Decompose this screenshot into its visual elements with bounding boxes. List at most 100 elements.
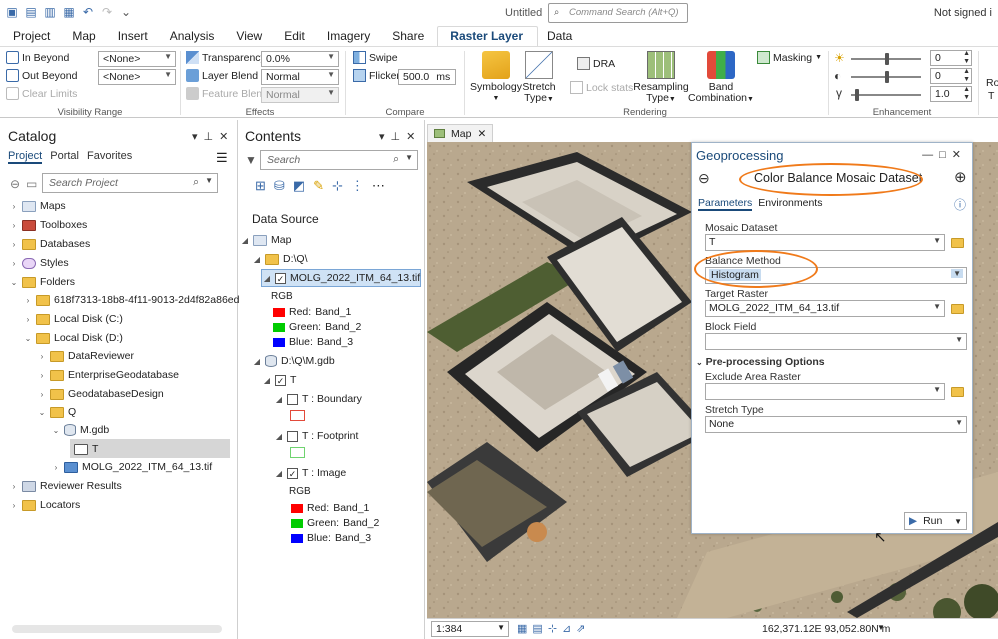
tab-view[interactable]: View [227,29,275,46]
masking-button[interactable]: Masking ▼ [757,51,822,64]
share-icon[interactable]: ▦ [61,4,77,20]
minimize-icon[interactable]: — [922,149,939,161]
list-by-data-source-icon[interactable]: ⛁ [274,178,285,194]
browse-folder-icon[interactable] [951,238,964,248]
tree-item-enterprisegeodatabase[interactable]: › EnterpriseGeodatabase [38,369,179,381]
list-by-drawing-order-icon[interactable]: ⊞ [255,178,266,194]
dra-button[interactable]: DRA [577,57,615,70]
block-field-select[interactable]: ▼ [705,333,967,350]
tree-item-q[interactable]: ⌄ Q [38,406,77,418]
flicker-button[interactable]: Flicker [353,69,400,82]
expand-icon[interactable]: › [10,240,18,249]
chevron-down-icon[interactable]: ▾ [192,131,204,143]
gamma-slider[interactable] [851,89,921,101]
spinner-icon[interactable]: ▲ ▼ [963,86,970,102]
swipe-button[interactable]: Swipe [353,51,398,64]
grid-icon[interactable]: ▦ [517,622,527,635]
brightness-slider[interactable] [851,53,921,65]
symbology-button[interactable]: Symbology ▼ [470,51,522,104]
visibility-checkbox[interactable]: ✓ [275,272,286,284]
collapse-icon[interactable]: ◢ [241,236,249,245]
open-icon[interactable]: ▤ [23,4,39,20]
layer-mosaic-t[interactable]: ◢ ✓ T [263,374,297,386]
tree-item-local-disk-d[interactable]: ⌄ Local Disk (D:) [24,332,123,344]
tab-data[interactable]: Data [538,29,585,46]
expand-icon[interactable]: › [24,315,32,324]
visibility-checkbox[interactable]: ✓ [287,467,298,479]
tab-share[interactable]: Share [383,29,437,46]
tab-catalog-project[interactable]: Project [8,150,43,164]
expand-icon[interactable]: › [38,390,46,399]
sublayer-footprint[interactable]: ◢ T : Footprint [275,430,359,442]
resampling-type-button[interactable]: Resampling Type▼ [632,51,690,105]
collapse-icon[interactable]: ◢ [275,469,283,478]
blue-swatch[interactable] [291,533,303,543]
back-icon[interactable]: ⊖ [698,170,710,187]
customize-icon[interactable]: ⌄ [118,4,134,20]
browse-folder-icon[interactable] [951,387,964,397]
north-icon[interactable]: ⇗ [576,622,585,635]
spinner-icon[interactable]: ▲ ▼ [963,68,970,84]
gamma-input[interactable]: 1.0 ▲ ▼ [930,86,972,102]
layer-raster-tif[interactable]: ◢ ✓ MOLG_2022_ITM_64_13.tif [263,272,420,284]
tree-item-databases[interactable]: › Databases [10,238,91,250]
scale-select[interactable]: 1:384 ▼ [431,621,509,637]
folder-node-gdb[interactable]: ◢ D:\Q\M.gdb [253,355,335,367]
menu-icon[interactable]: ☰ [216,150,228,166]
horizontal-scrollbar[interactable] [12,625,222,633]
tree-item-raster-tif[interactable]: › MOLG_2022_ITM_64_13.tif [52,461,213,473]
red-swatch[interactable] [291,503,303,513]
catalog-search-input[interactable]: Search Project ⌕ ▼ [42,173,218,193]
close-icon[interactable]: ✕ [952,149,967,161]
tree-item-datareviewer[interactable]: › DataReviewer [38,350,134,362]
collapse-icon[interactable]: ⌄ [24,334,32,343]
tree-item-geodatabasedesign[interactable]: › GeodatabaseDesign [38,388,164,400]
folder-node-q[interactable]: ◢ D:\Q\ [253,253,308,265]
pin-icon[interactable]: ⊥ [391,131,407,143]
expand-icon[interactable]: › [10,259,18,268]
tab-imagery[interactable]: Imagery [318,29,383,46]
filter-icon[interactable]: ▼ [245,153,257,167]
expand-icon[interactable]: › [24,296,32,305]
list-by-snapping-icon[interactable]: ⊹ [332,178,343,194]
collapse-icon[interactable]: ⌄ [38,408,46,417]
green-swatch[interactable] [273,322,285,332]
command-search[interactable]: ⌕ Command Search (Alt+Q) [548,3,688,23]
slider-handle[interactable] [885,53,889,65]
expand-icon[interactable]: › [10,501,18,510]
add-icon[interactable]: ⊕ [954,168,967,186]
tree-item-m-gdb[interactable]: ⌄ M.gdb [52,424,109,436]
out-beyond-button[interactable]: Out Beyond [6,69,77,82]
save-icon[interactable]: ▥ [42,4,58,20]
out-beyond-select[interactable]: <None> ▼ [98,69,176,85]
redo-icon[interactable]: ↷ [99,4,115,20]
tab-analysis[interactable]: Analysis [161,29,228,46]
spinner-icon[interactable]: ▲ ▼ [963,50,970,66]
chevron-down-icon[interactable]: ▾ [379,131,391,143]
close-icon[interactable]: ✕ [219,131,234,143]
back-icon[interactable]: ⊖ [10,177,20,191]
visibility-checkbox[interactable] [287,393,298,405]
collapse-icon[interactable]: ◢ [275,432,283,441]
layer-blend-select[interactable]: Normal ▼ [261,69,339,85]
slider-handle[interactable] [885,71,889,83]
flicker-rate-input[interactable]: 500.0 ms [398,69,456,85]
tab-map[interactable]: Map [63,29,108,46]
sublayer-boundary[interactable]: ◢ T : Boundary [275,393,362,405]
collapse-icon[interactable]: ◢ [253,255,261,264]
brightness-input[interactable]: 0 ▲ ▼ [930,50,972,66]
in-beyond-button[interactable]: In Beyond [6,51,69,64]
tree-item-folders[interactable]: ⌄ Folders [10,276,75,288]
ribbon-overflow-label[interactable]: Ro [986,77,998,89]
transparency-input[interactable]: 0.0% ▼ [261,51,339,67]
tab-project[interactable]: Project [4,29,63,46]
expand-icon[interactable]: › [52,463,60,472]
expand-icon[interactable]: › [38,352,46,361]
visibility-checkbox[interactable]: ✓ [275,374,286,386]
tree-item-reviewer-results[interactable]: › Reviewer Results [10,480,122,492]
maximize-icon[interactable]: □ [939,149,952,161]
mosaic-dataset-field[interactable]: T ▼ [705,234,945,251]
stretch-type-button[interactable]: Stretch Type▼ [522,51,556,105]
tab-environments[interactable]: Environments [758,197,822,211]
collapse-icon[interactable]: ◢ [263,274,271,283]
